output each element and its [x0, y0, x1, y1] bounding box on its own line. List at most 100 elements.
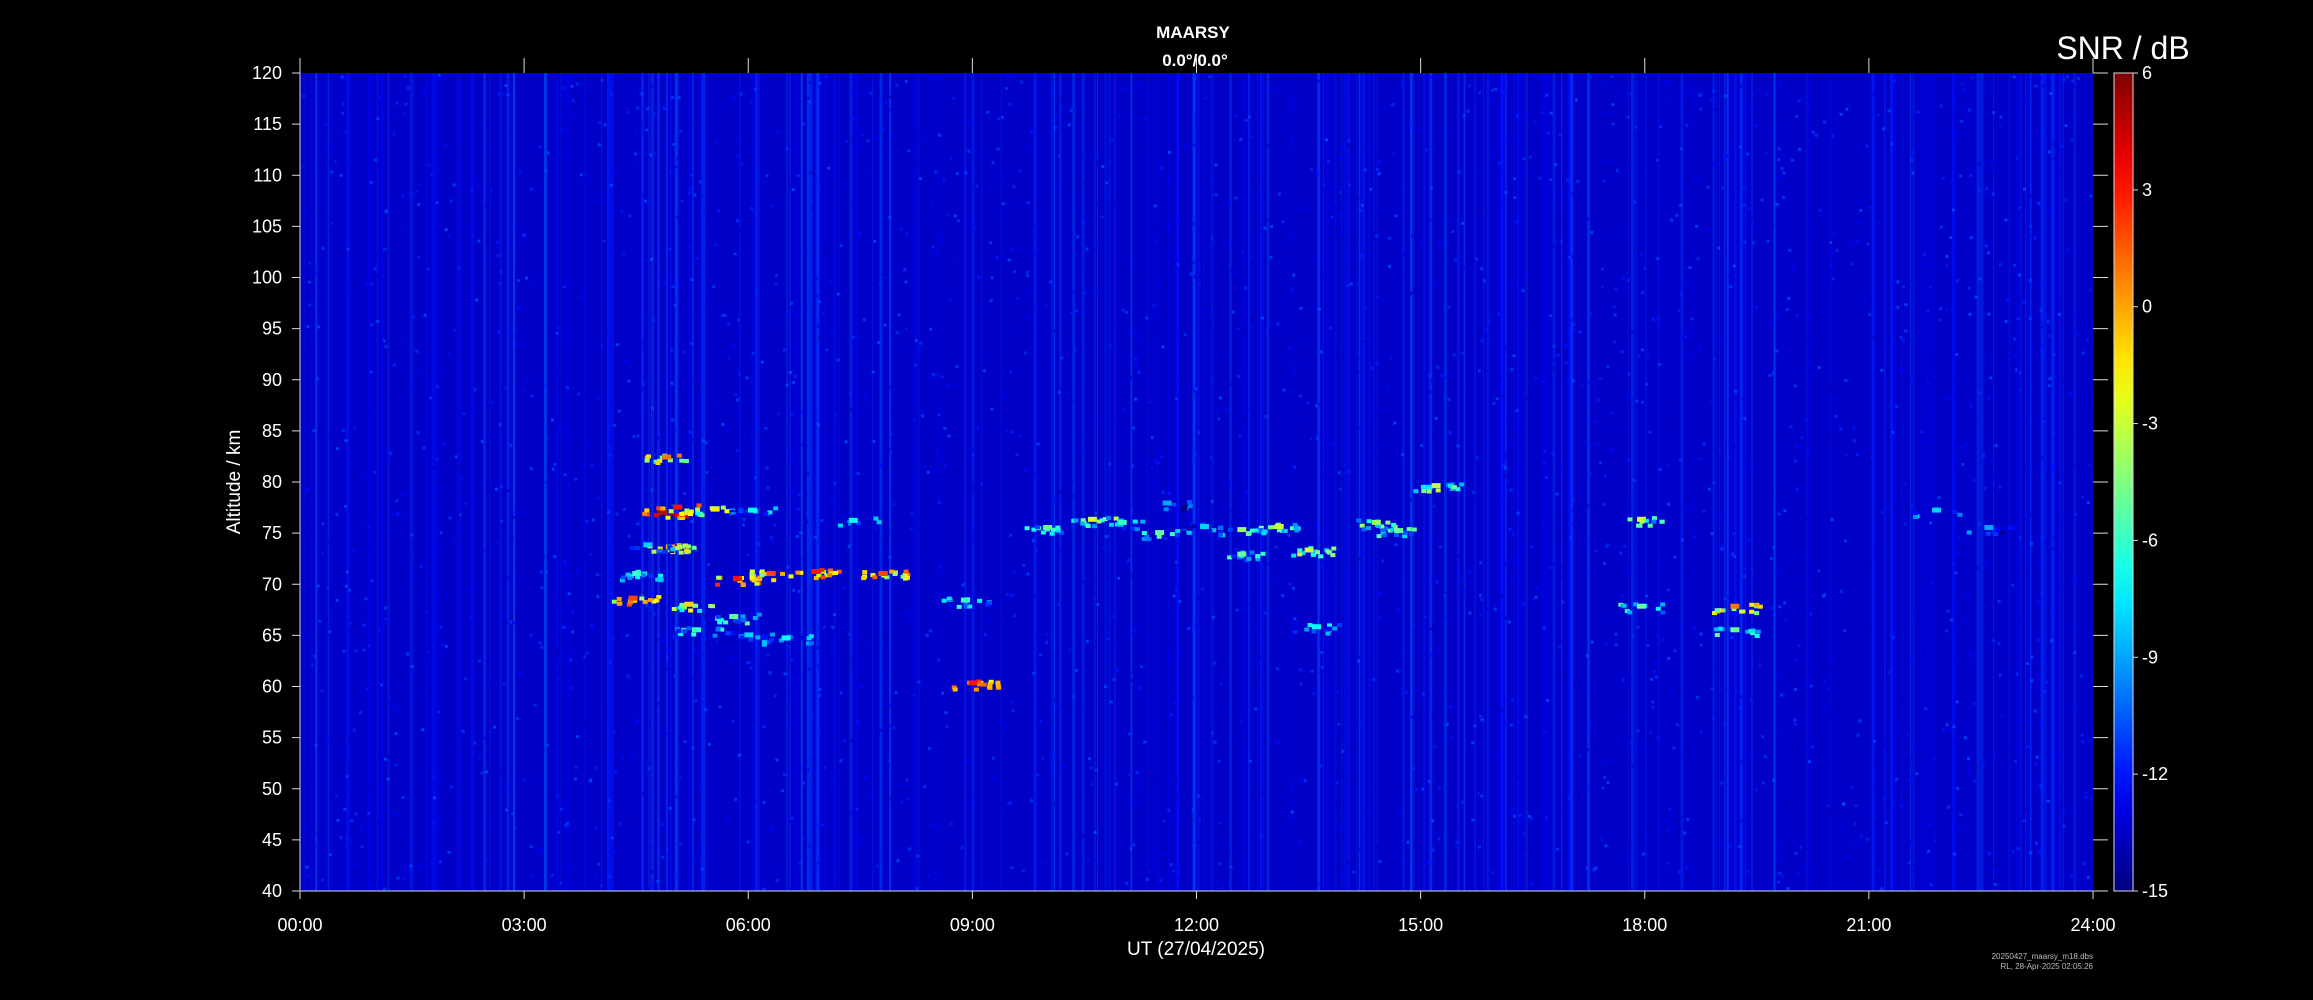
echo-cell — [1627, 610, 1633, 615]
noise-speckle — [1649, 871, 1653, 875]
noise-speckle — [505, 782, 508, 786]
noise-speckle — [370, 282, 374, 286]
noise-speckle — [1755, 224, 1759, 228]
noise-speckle — [1298, 394, 1302, 398]
noise-speckle — [459, 354, 463, 358]
noise-speckle — [690, 438, 694, 442]
noise-speckle — [1717, 668, 1721, 672]
noise-speckle — [1552, 561, 1556, 565]
noise-speckle — [680, 100, 684, 104]
noise-speckle — [1314, 588, 1317, 592]
noise-speckle — [679, 740, 683, 744]
noise-speckle — [1984, 244, 1988, 248]
noise-speckle — [488, 435, 492, 439]
echo-cell — [1714, 633, 1720, 637]
noise-speckle — [732, 343, 736, 347]
noise-speckle — [1370, 366, 1374, 370]
noise-speckle — [2061, 517, 2065, 521]
noise-speckle — [653, 612, 657, 616]
noise-speckle — [1263, 611, 1267, 615]
noise-speckle — [797, 630, 801, 634]
noise-speckle — [1075, 541, 1079, 544]
noise-speckle — [1613, 224, 1617, 228]
noise-speckle — [316, 377, 320, 381]
noise-speckle — [1760, 299, 1764, 303]
noise-speckle — [1437, 245, 1441, 249]
noise-speckle — [1675, 723, 1679, 727]
noise-streak — [813, 73, 815, 891]
noise-speckle — [1235, 81, 1239, 85]
noise-speckle — [888, 385, 892, 389]
noise-speckle — [1448, 431, 1452, 435]
noise-speckle — [996, 501, 1000, 505]
noise-speckle — [596, 364, 600, 368]
noise-speckle — [444, 644, 448, 648]
noise-speckle — [335, 795, 339, 799]
noise-speckle — [559, 379, 563, 383]
noise-speckle — [1916, 110, 1920, 114]
noise-speckle — [492, 725, 496, 729]
noise-speckle — [422, 446, 426, 450]
noise-speckle — [1835, 696, 1838, 700]
noise-speckle — [864, 91, 868, 95]
noise-speckle — [309, 95, 313, 99]
noise-streak — [1429, 73, 1433, 891]
noise-speckle — [1926, 779, 1930, 783]
noise-speckle — [1265, 329, 1269, 333]
noise-streak — [303, 73, 306, 891]
noise-speckle — [1902, 285, 1906, 289]
noise-speckle — [652, 152, 656, 155]
noise-speckle — [840, 203, 844, 207]
noise-speckle — [1802, 555, 1806, 559]
noise-speckle — [1635, 252, 1639, 256]
noise-speckle — [1009, 533, 1013, 537]
echo-cell — [1055, 525, 1061, 530]
noise-speckle — [714, 368, 718, 372]
noise-speckle — [1224, 731, 1228, 735]
noise-speckle — [832, 613, 836, 617]
echo-cell — [670, 547, 676, 552]
noise-speckle — [998, 670, 1002, 674]
echo-peak — [692, 627, 701, 633]
echo-peak — [1155, 530, 1165, 536]
noise-speckle — [318, 131, 322, 135]
noise-speckle — [1781, 727, 1785, 731]
noise-speckle — [449, 398, 453, 402]
noise-speckle — [1911, 869, 1915, 873]
noise-speckle — [997, 117, 1001, 121]
noise-speckle — [1510, 698, 1514, 701]
noise-speckle — [471, 228, 475, 232]
noise-speckle — [1714, 107, 1718, 111]
noise-speckle — [435, 385, 439, 389]
noise-speckle — [686, 124, 690, 128]
noise-speckle — [1172, 700, 1176, 704]
noise-streak — [483, 73, 487, 891]
noise-speckle — [1375, 295, 1379, 298]
noise-speckle — [799, 531, 803, 535]
noise-speckle — [1026, 270, 1029, 274]
noise-speckle — [919, 177, 922, 180]
noise-speckle — [1924, 707, 1928, 711]
noise-speckle — [1306, 401, 1310, 405]
noise-streak — [981, 73, 983, 891]
noise-speckle — [718, 836, 722, 840]
noise-speckle — [766, 486, 770, 490]
noise-speckle — [300, 450, 304, 453]
y-tick-label: 105 — [252, 216, 282, 236]
noise-speckle — [352, 380, 355, 384]
noise-speckle — [1297, 484, 1300, 487]
noise-speckle — [365, 687, 369, 691]
noise-speckle — [1427, 863, 1431, 867]
noise-speckle — [747, 100, 751, 104]
noise-streak — [1346, 73, 1350, 891]
noise-streak — [2015, 73, 2018, 891]
noise-speckle — [1933, 839, 1937, 843]
noise-speckle — [1229, 509, 1232, 513]
echo-peak — [684, 601, 694, 607]
noise-speckle — [1288, 582, 1292, 586]
colorbar-tick-label: 0 — [2142, 297, 2152, 317]
noise-speckle — [906, 76, 910, 80]
y-tick-label: 110 — [253, 165, 282, 185]
noise-streak — [321, 73, 323, 891]
noise-speckle — [1639, 253, 1643, 257]
